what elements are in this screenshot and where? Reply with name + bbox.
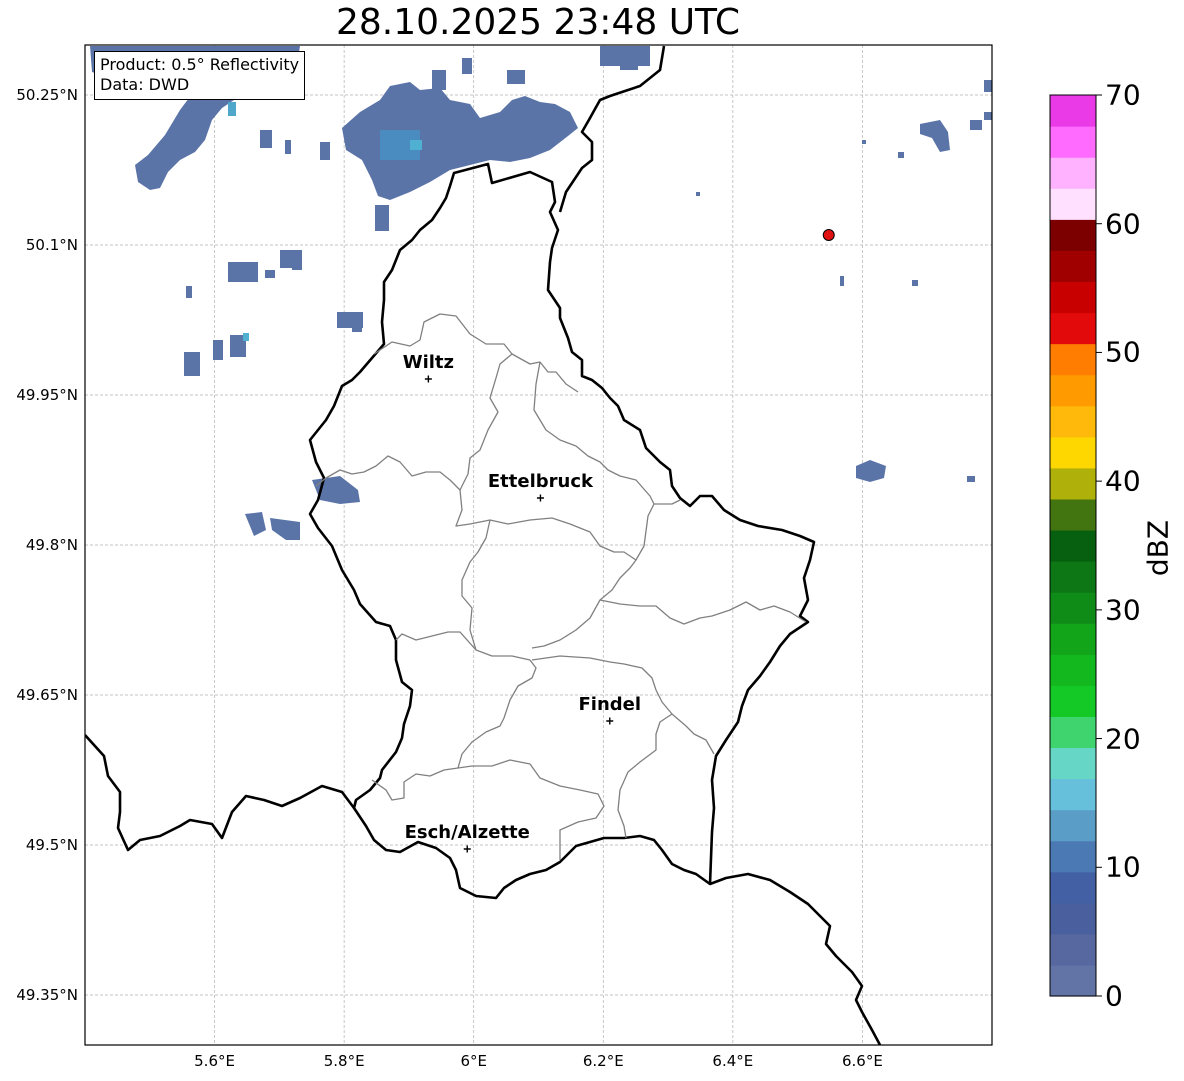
colorbar-segment bbox=[1050, 436, 1096, 469]
city-label: Esch/Alzette bbox=[404, 822, 530, 843]
colorbar-segment bbox=[1050, 157, 1096, 189]
colorbar-segments bbox=[1050, 95, 1096, 997]
colorbar-tick-label: 50 bbox=[1105, 335, 1141, 369]
colorbar-segment bbox=[1050, 250, 1096, 283]
colorbar-tick-label: 10 bbox=[1105, 850, 1141, 884]
colorbar-segment bbox=[1050, 933, 1096, 966]
info-box: Product: 0.5° Reflectivity Data: DWD bbox=[94, 51, 306, 100]
colorbar-segment bbox=[1050, 561, 1096, 593]
city-label: Wiltz bbox=[402, 352, 454, 373]
colorbar-segment bbox=[1050, 498, 1096, 531]
colorbar-segment bbox=[1050, 405, 1096, 438]
colorbar-tick-label: 20 bbox=[1105, 722, 1141, 756]
colorbar-segment bbox=[1050, 716, 1096, 749]
lon-tick-label: 5.6°E bbox=[194, 1052, 235, 1070]
colorbar-segment bbox=[1050, 654, 1096, 686]
colorbar bbox=[1049, 94, 1102, 997]
lat-tick-label: 49.95°N bbox=[16, 386, 78, 404]
radar-map bbox=[84, 44, 1102, 1046]
lat-tick-label: 49.5°N bbox=[25, 836, 78, 854]
colorbar-tick-label: 40 bbox=[1105, 464, 1141, 498]
colorbar-segment bbox=[1050, 809, 1096, 842]
city-label: Findel bbox=[578, 694, 642, 715]
colorbar-segment bbox=[1050, 219, 1096, 251]
product-label: Product: 0.5° Reflectivity bbox=[100, 55, 300, 74]
lon-tick-label: 5.8°E bbox=[323, 1052, 365, 1070]
colorbar-ticks bbox=[1096, 94, 1102, 997]
colorbar-tick-label: 60 bbox=[1105, 207, 1141, 241]
lat-tick-label: 50.1°N bbox=[25, 236, 78, 254]
colorbar-tick-label: 0 bbox=[1105, 979, 1123, 1013]
lat-tick-label: 50.25°N bbox=[16, 86, 78, 104]
colorbar-segment bbox=[1050, 467, 1096, 500]
lon-tick-label: 6.2°E bbox=[582, 1052, 624, 1070]
lon-tick-label: 6°E bbox=[460, 1052, 487, 1070]
lat-tick-label: 49.65°N bbox=[16, 686, 78, 704]
colorbar-tick-label: 70 bbox=[1105, 78, 1141, 112]
lat-tick-label: 49.8°N bbox=[25, 536, 78, 554]
lon-tick-label: 6.4°E bbox=[712, 1052, 754, 1070]
colorbar-tick-label: 30 bbox=[1105, 593, 1141, 627]
radar-site-marker bbox=[822, 229, 835, 241]
colorbar-segment bbox=[1050, 840, 1096, 873]
colorbar-segment bbox=[1050, 592, 1096, 624]
colorbar-segment bbox=[1050, 312, 1096, 345]
colorbar-label: dBZ bbox=[1141, 519, 1175, 577]
colorbar-segment bbox=[1050, 747, 1096, 780]
colorbar-segment bbox=[1050, 871, 1096, 904]
colorbar-segment bbox=[1050, 95, 1096, 127]
colorbar-segment bbox=[1050, 902, 1096, 935]
colorbar-segment bbox=[1050, 778, 1096, 811]
colorbar-segment bbox=[1050, 685, 1096, 717]
colorbar-segment bbox=[1050, 126, 1096, 158]
colorbar-segment bbox=[1050, 623, 1096, 655]
city-label: Ettelbruck bbox=[487, 471, 593, 492]
colorbar-segment bbox=[1050, 343, 1096, 376]
colorbar-segment bbox=[1050, 529, 1096, 562]
data-source-label: Data: DWD bbox=[100, 75, 190, 94]
lat-tick-label: 49.35°N bbox=[16, 986, 78, 1004]
colorbar-segment bbox=[1050, 964, 1096, 997]
colorbar-segment bbox=[1050, 281, 1096, 314]
colorbar-segment bbox=[1050, 374, 1096, 407]
colorbar-segment bbox=[1050, 188, 1096, 220]
lon-tick-label: 6.6°E bbox=[842, 1052, 883, 1070]
